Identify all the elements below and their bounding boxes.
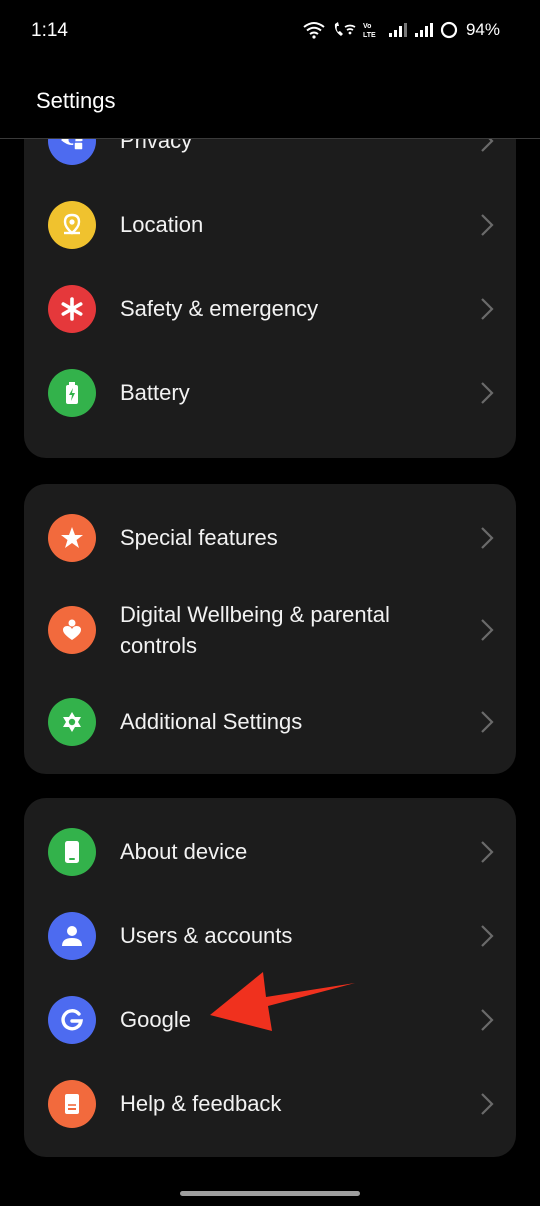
settings-item-label: Google xyxy=(120,1007,191,1032)
chevron-right-icon xyxy=(481,139,494,152)
chevron-right-icon xyxy=(481,619,494,641)
help-icon xyxy=(48,1080,96,1128)
status-icons: Vo LTE 94% xyxy=(302,20,500,40)
chevron-right-icon xyxy=(481,527,494,549)
settings-item-special-features[interactable]: Special features xyxy=(24,496,516,580)
settings-item-additional-settings[interactable]: Additional Settings xyxy=(24,680,516,764)
star-icon xyxy=(48,514,96,562)
settings-item-label: Battery xyxy=(120,380,190,405)
battery-ring-icon xyxy=(440,21,458,39)
app-header: Settings xyxy=(0,64,540,139)
chevron-right-icon xyxy=(481,298,494,320)
chevron-right-icon xyxy=(481,1009,494,1031)
settings-card-privacy-group: Privacy Location Safety & emergency Batt… xyxy=(24,139,516,458)
settings-card-features-group: Special features Digital Wellbeing & par… xyxy=(24,484,516,774)
status-bar: 1:14 Vo LTE 94% xyxy=(0,0,540,64)
chevron-right-icon xyxy=(481,925,494,947)
settings-item-label: Safety & emergency xyxy=(120,296,319,321)
settings-item-label: Digital Wellbeing & parental controls xyxy=(120,602,390,658)
chevron-right-icon xyxy=(481,214,494,236)
chevron-right-icon xyxy=(481,711,494,733)
svg-text:Vo: Vo xyxy=(363,23,371,30)
chevron-right-icon xyxy=(481,1093,494,1115)
settings-item-label: Privacy xyxy=(120,139,193,153)
signal-icon-2 xyxy=(414,23,433,37)
settings-item-google[interactable]: Google xyxy=(24,978,516,1062)
gear-icon xyxy=(48,698,96,746)
settings-item-label: Users & accounts xyxy=(120,923,293,948)
heart-person-icon xyxy=(48,606,96,654)
battery-icon xyxy=(48,369,96,417)
wifi-icon xyxy=(303,22,325,39)
asterisk-icon xyxy=(48,285,96,333)
settings-item-privacy[interactable]: Privacy xyxy=(24,139,516,183)
volte-icon: Vo LTE xyxy=(363,23,376,39)
user-icon xyxy=(48,912,96,960)
settings-item-label: Special features xyxy=(120,525,278,550)
svg-text:LTE: LTE xyxy=(363,32,376,39)
settings-item-location[interactable]: Location xyxy=(24,183,516,267)
settings-item-label: About device xyxy=(120,839,248,864)
settings-card-account-group: About device Users & accounts Google Hel… xyxy=(24,798,516,1157)
status-time: 1:14 xyxy=(31,20,68,41)
settings-item-label: Location xyxy=(120,212,204,237)
chevron-right-icon xyxy=(481,382,494,404)
page-title: Settings xyxy=(36,88,116,113)
phone-icon xyxy=(48,828,96,876)
settings-item-label: Additional Settings xyxy=(120,709,303,734)
settings-item-about-device[interactable]: About device xyxy=(24,810,516,894)
settings-list[interactable]: Privacy Location Safety & emergency Batt… xyxy=(0,139,540,1206)
chevron-right-icon xyxy=(481,841,494,863)
battery-percentage: 94% xyxy=(465,20,500,39)
wifi-calling-icon xyxy=(334,22,356,36)
settings-item-digital-wellbeing[interactable]: Digital Wellbeing & parental controls xyxy=(24,580,516,680)
settings-item-help-feedback[interactable]: Help & feedback xyxy=(24,1062,516,1146)
home-gesture-bar[interactable] xyxy=(180,1191,360,1196)
settings-item-safety-emergency[interactable]: Safety & emergency xyxy=(24,267,516,351)
privacy-icon xyxy=(48,139,96,165)
settings-item-label: Help & feedback xyxy=(120,1091,282,1116)
signal-icon xyxy=(388,23,407,37)
google-icon xyxy=(48,996,96,1044)
settings-item-users-accounts[interactable]: Users & accounts xyxy=(24,894,516,978)
settings-item-battery[interactable]: Battery xyxy=(24,351,516,435)
location-icon xyxy=(48,201,96,249)
